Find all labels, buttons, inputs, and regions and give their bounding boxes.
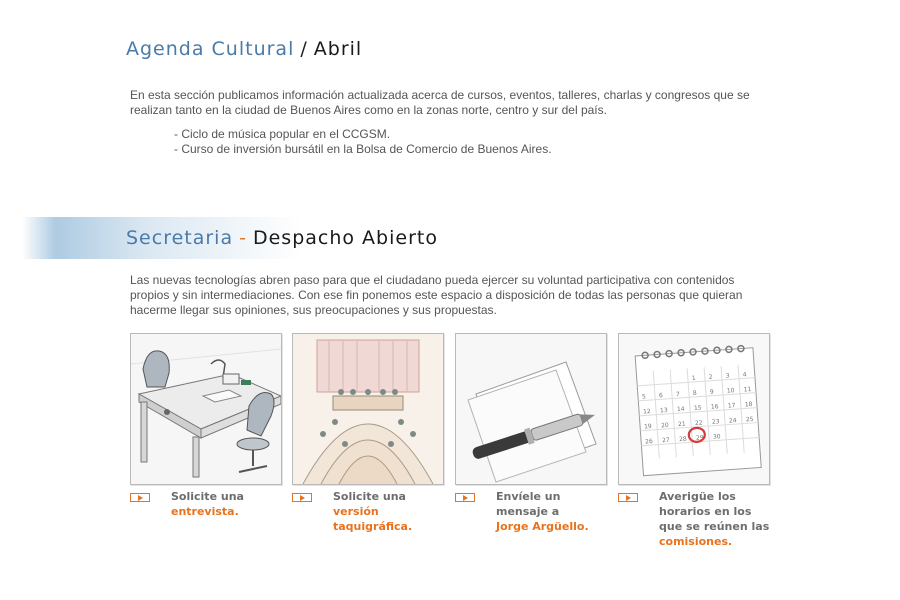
calendar-day: 2: [709, 374, 713, 381]
calendar-day: 9: [710, 389, 714, 396]
calendar-day: 11: [744, 386, 752, 394]
parliament-chamber-illustration[interactable]: [292, 333, 444, 485]
agenda-item-music[interactable]: - Ciclo de música popular en el CCGSM.: [174, 127, 552, 142]
calendar-day: 5: [642, 393, 646, 400]
calendar-illustration[interactable]: 1 2 3 4 5 6 7 8 9 10 11 12 13 14 15 16 17 18 19 20 21 22 23 24 2…: [618, 333, 770, 485]
calendar-day: 25: [746, 416, 754, 424]
calendar-day: 10: [727, 387, 735, 395]
calendar-day: 26: [645, 438, 653, 446]
card-mensaje: Envíele un mensaje a Jorge Argüello.: [455, 333, 607, 549]
agenda-title-separator: /: [300, 38, 308, 60]
calendar-day: 30: [713, 433, 721, 441]
jorge-arguello-link[interactable]: Jorge Argüello.: [496, 520, 589, 533]
calendar-day: 23: [712, 418, 720, 426]
calendar-day: 16: [711, 403, 719, 411]
agenda-intro: En esta sección publicamos información a…: [130, 88, 750, 117]
calendar-day: 19: [644, 423, 652, 431]
calendar-day: 6: [659, 392, 663, 399]
office-desk-illustration[interactable]: [130, 333, 282, 485]
calendar-day: 3: [726, 372, 730, 379]
agenda-title-month: Abril: [313, 38, 363, 60]
arrow-right-icon[interactable]: [455, 493, 475, 502]
secretaria-title-sub: Despacho Abierto: [252, 227, 438, 249]
calendar-day: 20: [661, 422, 669, 430]
calendar-day: 13: [660, 407, 668, 415]
calendar-day: 24: [729, 417, 737, 425]
cta-prefix: Averigüe los horarios en los que se reún…: [659, 490, 770, 533]
secretaria-title-separator: -: [239, 227, 247, 249]
cta-text: Averigüe los horarios en los que se reún…: [659, 489, 771, 549]
agenda-list: - Ciclo de música popular en el CCGSM. -…: [174, 127, 552, 157]
secretaria-title-main: Secretaria: [126, 227, 234, 249]
calendar-day: 4: [743, 371, 747, 378]
entrevista-link[interactable]: entrevista.: [171, 505, 239, 518]
version-taquigrafica-link[interactable]: versión taquigráfica.: [333, 505, 412, 533]
comisiones-link[interactable]: comisiones.: [659, 535, 732, 548]
calendar-day: 8: [693, 390, 697, 397]
card-comisiones: 1 2 3 4 5 6 7 8 9 10 11 12 13 14 15 16 17 18 19 20 21 22 23 24 2…: [618, 333, 770, 549]
cta-prefix: Solicite una: [333, 490, 406, 503]
arrow-right-icon[interactable]: [130, 493, 150, 502]
calendar-day: 21: [678, 421, 686, 429]
calendar-day: 12: [643, 408, 651, 416]
card-entrevista: Solicite una entrevista.: [130, 333, 282, 549]
agenda-title-main: Agenda Cultural: [126, 38, 295, 60]
calendar-day: 1: [692, 375, 696, 382]
calendar-day: 15: [694, 404, 702, 412]
cta-prefix: Solicite una: [171, 490, 244, 503]
cta-prefix: Envíele un mensaje a: [496, 490, 561, 518]
arrow-right-icon[interactable]: [618, 493, 638, 502]
arrow-right-icon[interactable]: [292, 493, 312, 502]
calendar-day: 17: [728, 402, 736, 410]
calendar-day: 14: [677, 406, 685, 414]
calendar-day: 27: [662, 437, 670, 445]
cta-text: Envíele un mensaje a Jorge Argüello.: [496, 489, 608, 534]
secretaria-title: Secretaria - Despacho Abierto: [126, 227, 438, 249]
agenda-item-course[interactable]: - Curso de inversión bursátil en la Bols…: [174, 142, 552, 157]
calendar-day: 18: [745, 401, 753, 409]
card-version-taquigrafica: Solicite una versión taquigráfica.: [292, 333, 444, 549]
agenda-title: Agenda Cultural / Abril: [126, 38, 362, 60]
pen-and-paper-illustration[interactable]: [455, 333, 607, 485]
secretaria-intro: Las nuevas tecnologías abren paso para q…: [130, 273, 743, 317]
cta-text: Solicite una entrevista.: [171, 489, 283, 519]
calendar-day: 22: [695, 419, 703, 427]
cta-text: Solicite una versión taquigráfica.: [333, 489, 445, 534]
calendar-day: 28: [679, 436, 687, 444]
calendar-day: 7: [676, 391, 680, 398]
